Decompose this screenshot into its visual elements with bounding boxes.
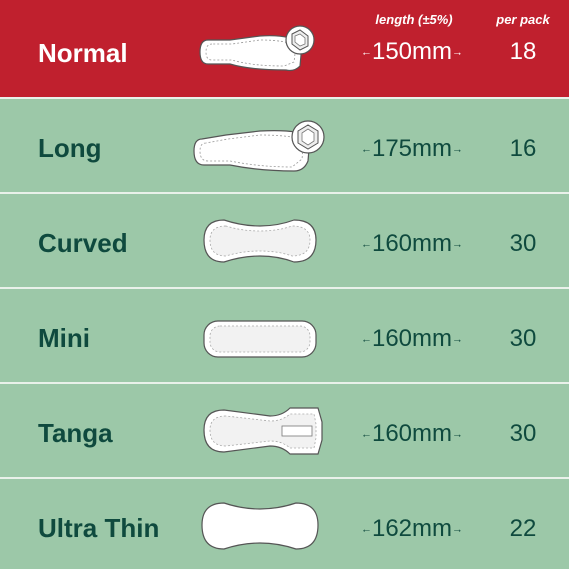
- length-value: ←160mm→: [360, 230, 464, 257]
- length-value: ←160mm→: [360, 420, 464, 447]
- table-row-normal: length (±5%) per pack Normal ←150mm→ 18: [0, 0, 569, 97]
- table-row-ultra-thin: Ultra Thin ←162mm→ 22: [0, 477, 569, 569]
- arrow-right-icon: →: [452, 143, 464, 156]
- product-name: Ultra Thin: [38, 513, 160, 543]
- table-row-tanga: Tanga ←160mm→ 30: [0, 382, 569, 477]
- curved-pad-icon: [203, 219, 317, 263]
- per-pack-column-header: per pack: [496, 12, 550, 27]
- ultra-thin-pad-icon: [201, 502, 319, 550]
- length-value: ←162mm→: [360, 515, 464, 542]
- arrow-left-icon: ←: [360, 428, 372, 441]
- per-pack-value: 30: [509, 325, 537, 352]
- long-pad-icon: [193, 120, 325, 172]
- length-value: ←160mm→: [360, 325, 464, 352]
- length-value: ←175mm→: [360, 135, 464, 162]
- product-name: Normal: [38, 38, 128, 68]
- table-row-curved: Curved ←160mm→ 30: [0, 192, 569, 287]
- normal-pad-icon: [199, 25, 315, 72]
- mini-pad-icon: [203, 320, 317, 358]
- arrow-right-icon: →: [452, 238, 464, 251]
- product-name: Mini: [38, 323, 90, 353]
- per-pack-value: 18: [509, 38, 537, 65]
- arrow-right-icon: →: [452, 523, 464, 536]
- per-pack-value: 30: [509, 420, 537, 447]
- product-name: Tanga: [38, 418, 113, 448]
- arrow-right-icon: →: [452, 428, 464, 441]
- tanga-pad-icon: [203, 407, 323, 455]
- table-row-mini: Mini ←160mm→ 30: [0, 287, 569, 382]
- arrow-left-icon: ←: [360, 143, 372, 156]
- arrow-left-icon: ←: [360, 523, 372, 536]
- product-name: Curved: [38, 228, 128, 258]
- arrow-left-icon: ←: [360, 333, 372, 346]
- product-size-table: length (±5%) per pack Normal ←150mm→ 18 …: [0, 0, 569, 569]
- arrow-right-icon: →: [452, 333, 464, 346]
- table-row-long: Long ←175mm→ 16: [0, 97, 569, 192]
- per-pack-value: 30: [509, 230, 537, 257]
- length-column-header: length (±5%): [375, 12, 453, 27]
- arrow-right-icon: →: [452, 46, 464, 59]
- length-value: ←150mm→: [360, 38, 464, 65]
- per-pack-value: 16: [509, 135, 537, 162]
- arrow-left-icon: ←: [360, 238, 372, 251]
- per-pack-value: 22: [509, 515, 537, 542]
- product-name: Long: [38, 133, 102, 163]
- arrow-left-icon: ←: [360, 46, 372, 59]
